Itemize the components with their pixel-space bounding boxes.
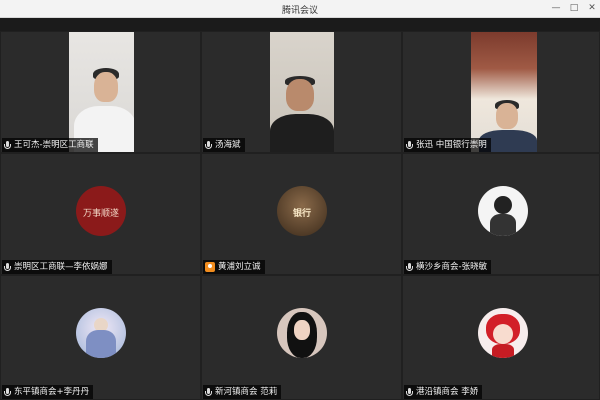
participant-name: 黄浦刘立诚 bbox=[218, 262, 261, 272]
participant-avatar bbox=[76, 308, 126, 358]
microphone-icon bbox=[205, 140, 212, 150]
microphone-icon bbox=[406, 387, 413, 397]
participant-video bbox=[471, 32, 537, 152]
participant-avatar: 万事顺遂 bbox=[76, 186, 126, 236]
participant-name: 横沙乡商会-张晓敏 bbox=[416, 262, 488, 272]
minimize-button[interactable]: — bbox=[548, 1, 564, 16]
microphone-icon bbox=[406, 262, 413, 272]
avatar-text: 万事顺遂 bbox=[82, 209, 119, 219]
close-button[interactable]: ✕ bbox=[584, 1, 600, 16]
participant-tile-6[interactable]: 横沙乡商会-张晓敏 bbox=[402, 153, 600, 275]
participant-name-label: 王可杰-崇明区工商联 bbox=[2, 138, 98, 152]
microphone-icon bbox=[205, 387, 212, 397]
participant-tile-3[interactable]: 张迅 中国银行崇明 bbox=[402, 31, 600, 153]
participant-tile-4[interactable]: 万事顺遂 崇明区工商联—李依娲娜 bbox=[0, 153, 201, 275]
participant-name: 汤海斌 bbox=[215, 140, 241, 150]
participant-tile-1[interactable]: 王可杰-崇明区工商联 bbox=[0, 31, 201, 153]
participant-name-label: 张迅 中国银行崇明 bbox=[404, 138, 491, 152]
participant-tile-5[interactable]: 银行 黄浦刘立诚 bbox=[201, 153, 402, 275]
participant-avatar bbox=[277, 308, 327, 358]
participant-tile-2[interactable]: 汤海斌 bbox=[201, 31, 402, 153]
participant-name: 新河镇商会 范莉 bbox=[215, 387, 278, 397]
participant-name-label: 港沿镇商会 李娇 bbox=[404, 385, 483, 399]
window-title: 腾讯会议 bbox=[281, 6, 318, 16]
video-grid: 王可杰-崇明区工商联 汤海斌 张迅 中国银行崇明 万事顺遂 崇明区工商联—李依娲… bbox=[0, 31, 600, 400]
participant-name-label: 横沙乡商会-张晓敏 bbox=[404, 260, 492, 274]
participant-avatar bbox=[478, 186, 528, 236]
microphone-icon bbox=[4, 262, 11, 272]
microphone-icon bbox=[4, 140, 11, 150]
participant-video bbox=[270, 32, 334, 152]
participant-tile-7[interactable]: 东平镇商会+李丹丹 bbox=[0, 275, 201, 400]
participant-tile-9[interactable]: 港沿镇商会 李娇 bbox=[402, 275, 600, 400]
participant-name: 港沿镇商会 李娇 bbox=[416, 387, 479, 397]
microphone-icon bbox=[406, 140, 413, 150]
participant-tile-8[interactable]: 新河镇商会 范莉 bbox=[201, 275, 402, 400]
participant-name-label: 新河镇商会 范莉 bbox=[203, 385, 282, 399]
participant-name-label: 东平镇商会+李丹丹 bbox=[2, 385, 94, 399]
maximize-button[interactable]: □ bbox=[566, 1, 582, 16]
participant-name: 东平镇商会+李丹丹 bbox=[14, 387, 90, 397]
window-titlebar: 腾讯会议 — □ ✕ bbox=[0, 0, 600, 18]
participant-name-label: 崇明区工商联—李依娲娜 bbox=[2, 260, 112, 274]
avatar-text: 银行 bbox=[292, 209, 311, 219]
microphone-icon bbox=[4, 387, 11, 397]
participant-name: 崇明区工商联—李依娲娜 bbox=[14, 262, 108, 272]
participant-name-label: 黄浦刘立诚 bbox=[203, 260, 265, 274]
participant-name: 张迅 中国银行崇明 bbox=[416, 140, 487, 150]
participant-video bbox=[69, 32, 134, 152]
participant-avatar: 银行 bbox=[277, 186, 327, 236]
participant-name: 王可杰-崇明区工商联 bbox=[14, 140, 94, 150]
participant-avatar bbox=[478, 308, 528, 358]
host-icon bbox=[205, 262, 215, 272]
participant-name-label: 汤海斌 bbox=[203, 138, 245, 152]
